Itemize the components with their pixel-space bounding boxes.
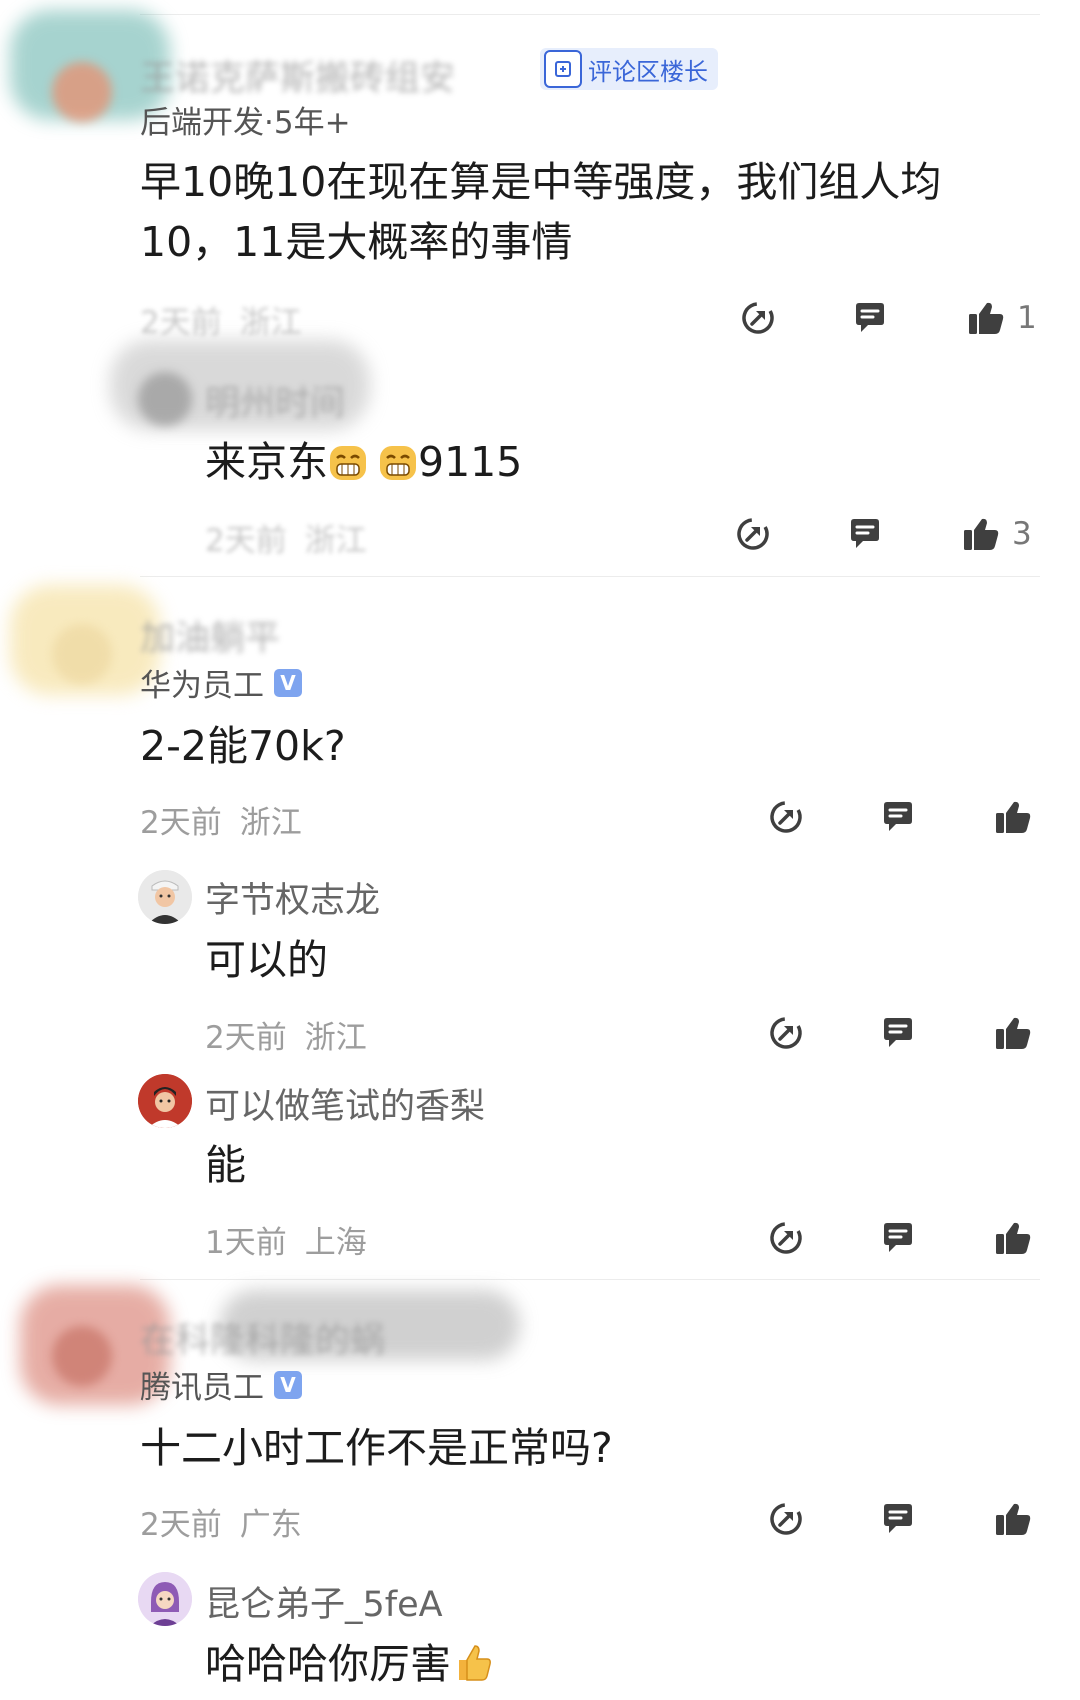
author-title: 后端开发·5年+ — [140, 105, 351, 141]
verified-badge-icon: V — [274, 1370, 302, 1399]
avatar[interactable] — [138, 870, 192, 924]
comment-icon — [880, 1220, 916, 1256]
comment-divider — [140, 1279, 1040, 1280]
reply-text: 来京东 9115 — [205, 432, 522, 492]
reply-text: 可以的 — [205, 936, 328, 984]
avatar[interactable] — [52, 1326, 112, 1386]
share-button[interactable] — [766, 1499, 806, 1539]
share-icon — [768, 1501, 804, 1537]
reply-text: 能 — [205, 1141, 246, 1189]
avatar[interactable] — [138, 1572, 192, 1626]
reply-actions: 3 — [0, 514, 1080, 558]
share-button[interactable] — [733, 514, 773, 554]
comment-icon — [880, 799, 916, 835]
username[interactable]: 加油躺平 — [140, 610, 280, 661]
reply-actions — [0, 1013, 1080, 1057]
reply-button[interactable] — [878, 1013, 918, 1053]
author-company: 腾讯员工 — [140, 1370, 264, 1406]
like-count: 1 — [1017, 300, 1037, 336]
reply-button[interactable] — [845, 514, 885, 554]
comment-text: 2-2能70k? — [140, 722, 346, 770]
top-divider — [140, 14, 1040, 15]
share-icon — [768, 1220, 804, 1256]
reply-text-suffix: 9115 — [418, 438, 523, 486]
comment-actions — [0, 797, 1080, 841]
thumbs-up-icon — [994, 799, 1032, 835]
avatar[interactable] — [52, 624, 112, 684]
comment-text: 十二小时工作不是正常吗? — [140, 1424, 613, 1472]
author-title: 华为员工 V — [140, 660, 302, 705]
thumbs-up-emoji-icon — [451, 1640, 495, 1684]
like-button[interactable] — [993, 797, 1033, 837]
reply-text-prefix: 来京东 — [205, 438, 328, 486]
thumbs-up-icon — [967, 300, 1005, 336]
reply-text-body: 哈哈哈你厉害 — [205, 1640, 451, 1688]
username[interactable]: 在科隆科隆的蜗 — [140, 1312, 385, 1363]
thumbs-up-icon — [962, 516, 1000, 552]
username[interactable]: 字节权志龙 — [205, 872, 380, 923]
share-icon — [768, 1015, 804, 1051]
reply-button[interactable] — [878, 797, 918, 837]
like-button[interactable] — [993, 1013, 1033, 1053]
username[interactable]: 可以做笔试的香梨 — [205, 1078, 485, 1129]
share-button[interactable] — [766, 797, 806, 837]
username[interactable]: 昆仑弟子_5feA — [205, 1576, 443, 1627]
reply-button[interactable] — [878, 1218, 918, 1258]
reply-button[interactable] — [878, 1499, 918, 1539]
share-button[interactable] — [766, 1013, 806, 1053]
like-count: 3 — [1012, 516, 1032, 552]
comment-actions: 1 — [0, 298, 1080, 342]
comment-icon — [880, 1015, 916, 1051]
comment-icon — [880, 1501, 916, 1537]
like-button[interactable] — [993, 1218, 1033, 1258]
floor-owner-badge: 评论区楼长 — [540, 48, 718, 90]
comment-icon — [847, 516, 883, 552]
author-info-row: 评论区楼长 — [540, 48, 718, 90]
username[interactable]: 王诺克萨斯搬砖组安 — [140, 50, 455, 101]
comment-divider — [140, 576, 1040, 577]
thumbs-up-icon — [994, 1220, 1032, 1256]
comment-icon — [852, 300, 888, 336]
badge-icon — [544, 50, 582, 88]
grinning-emoji-icon — [378, 438, 418, 480]
thumbs-up-icon — [994, 1015, 1032, 1051]
reply-text: 哈哈哈你厉害 — [205, 1634, 495, 1694]
comment-actions — [0, 1499, 1080, 1543]
verified-badge-icon: V — [274, 668, 302, 697]
share-icon — [735, 516, 771, 552]
badge-label: 评论区楼长 — [588, 57, 708, 86]
avatar[interactable] — [138, 1074, 192, 1128]
share-icon — [768, 799, 804, 835]
avatar[interactable] — [52, 62, 112, 122]
like-button[interactable] — [961, 514, 1001, 554]
share-button[interactable] — [766, 1218, 806, 1258]
comment-text: 早10晚10在现在算是中等强度，我们组人均 10，11是大概率的事情 — [140, 152, 941, 272]
username[interactable]: 明州时间 — [205, 375, 345, 426]
like-button[interactable] — [993, 1499, 1033, 1539]
comment-text-line: 10，11是大概率的事情 — [140, 218, 573, 266]
author-company: 华为员工 — [140, 668, 264, 704]
reply-button[interactable] — [850, 298, 890, 338]
reply-actions — [0, 1218, 1080, 1262]
avatar[interactable] — [138, 372, 192, 426]
author-title: 腾讯员工 V — [140, 1362, 302, 1407]
comment-text-line: 早10晚10在现在算是中等强度，我们组人均 — [140, 158, 942, 206]
share-icon — [740, 300, 776, 336]
like-button[interactable] — [966, 298, 1006, 338]
grinning-emoji-icon — [328, 438, 368, 480]
thumbs-up-icon — [994, 1501, 1032, 1537]
share-button[interactable] — [738, 298, 778, 338]
